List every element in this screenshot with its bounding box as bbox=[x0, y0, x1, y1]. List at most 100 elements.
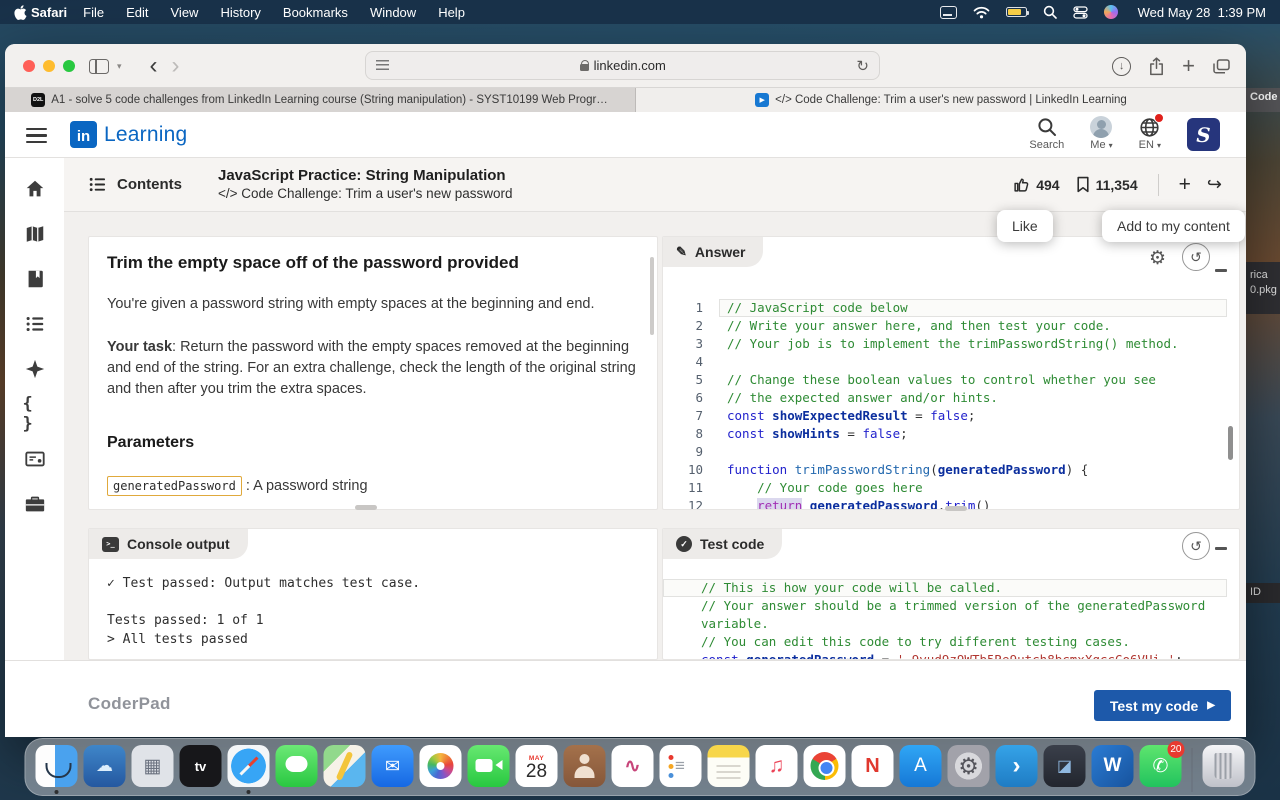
back-button[interactable]: ‹ bbox=[150, 54, 158, 78]
linkedin-learning-logo[interactable]: in Learning bbox=[70, 121, 187, 148]
dock-apple-tv-icon[interactable]: tv bbox=[180, 745, 222, 795]
wifi-icon[interactable] bbox=[973, 6, 990, 19]
language-menu[interactable]: EN ▾ bbox=[1139, 116, 1161, 151]
menu-bookmarks[interactable]: Bookmarks bbox=[283, 5, 348, 20]
dock-reminders-icon[interactable]: ≡ bbox=[660, 745, 702, 795]
code-line[interactable]: 2// Write your answer here, and then tes… bbox=[663, 317, 1227, 335]
editor-settings-icon[interactable]: ⚙ bbox=[1149, 247, 1166, 270]
menu-edit[interactable]: Edit bbox=[126, 5, 148, 20]
dock-notability-icon[interactable]: N bbox=[852, 745, 894, 795]
apple-menu-icon[interactable] bbox=[14, 5, 27, 20]
dock-app-store-icon[interactable]: A bbox=[900, 745, 942, 795]
reader-icon[interactable] bbox=[376, 60, 389, 71]
dock-system-settings-icon[interactable]: ⚙ bbox=[948, 745, 990, 795]
reset-test-code-button[interactable]: ↺ bbox=[1182, 532, 1210, 560]
reset-code-button[interactable]: ↺ bbox=[1182, 243, 1210, 271]
sidebar-chevron-icon[interactable]: ▾ bbox=[117, 61, 122, 72]
collapse-panel-button[interactable] bbox=[1215, 269, 1227, 272]
panel-resize-handle[interactable] bbox=[945, 506, 967, 511]
menu-help[interactable]: Help bbox=[438, 5, 465, 20]
dock-system-app-icon[interactable]: ☁ bbox=[84, 745, 126, 795]
answer-tab[interactable]: ✎ Answer bbox=[663, 237, 763, 267]
dock-photos-icon[interactable] bbox=[420, 745, 462, 795]
code-line[interactable]: variable. bbox=[663, 615, 1227, 633]
dock-facetime-icon[interactable] bbox=[468, 745, 510, 795]
spotlight-icon[interactable] bbox=[1043, 5, 1057, 19]
list-icon[interactable] bbox=[23, 312, 47, 336]
hamburger-menu-icon[interactable] bbox=[26, 128, 47, 143]
briefcase-icon[interactable] bbox=[23, 492, 47, 516]
tab-d2l-assignment[interactable]: D2L A1 - solve 5 code challenges from Li… bbox=[5, 88, 636, 112]
code-line[interactable]: const generatedPassword = ' 9yud9z9WTb5R… bbox=[663, 651, 1227, 659]
home-icon[interactable] bbox=[23, 177, 47, 201]
siri-icon[interactable] bbox=[1104, 5, 1118, 19]
battery-icon[interactable] bbox=[1006, 7, 1027, 17]
test-code-editor[interactable]: // This is how your code will be called.… bbox=[663, 579, 1227, 659]
menu-bar-clock[interactable]: Wed May 28 1:39 PM bbox=[1138, 5, 1266, 20]
dock-messages-icon[interactable] bbox=[276, 745, 318, 795]
dock-whatsapp-icon[interactable]: ✆20 bbox=[1140, 745, 1182, 795]
reload-icon[interactable]: ↻ bbox=[856, 57, 869, 75]
url-text[interactable]: linkedin.com bbox=[594, 58, 666, 73]
dock-finder-icon[interactable] bbox=[36, 745, 78, 795]
code-line[interactable]: 10function trimPasswordString(generatedP… bbox=[663, 461, 1227, 479]
menu-window[interactable]: Window bbox=[370, 5, 416, 20]
dock-notes-icon[interactable] bbox=[708, 745, 750, 795]
input-source-icon[interactable] bbox=[940, 6, 957, 19]
minimize-window-button[interactable] bbox=[43, 60, 55, 72]
map-icon[interactable] bbox=[23, 222, 47, 246]
dock-mail-icon[interactable]: ✉ bbox=[372, 745, 414, 795]
like-button[interactable]: 494 bbox=[1013, 176, 1059, 193]
test-code-tab[interactable]: ✓ Test code bbox=[663, 529, 782, 559]
dock-contacts-icon[interactable] bbox=[564, 745, 606, 795]
search-button[interactable]: Search bbox=[1029, 116, 1064, 151]
collapse-panel-button[interactable] bbox=[1215, 547, 1227, 550]
dock-safari-icon[interactable] bbox=[228, 745, 270, 795]
console-output-tab[interactable]: >_ Console output bbox=[89, 529, 248, 559]
menu-file[interactable]: File bbox=[83, 5, 104, 20]
dock-freeform-icon[interactable]: ∿ bbox=[612, 745, 654, 795]
add-to-content-button[interactable]: + bbox=[1179, 173, 1191, 197]
share-icon[interactable] bbox=[1149, 57, 1164, 76]
share-content-icon[interactable]: ↪ bbox=[1207, 174, 1222, 195]
save-button[interactable]: 11,354 bbox=[1076, 176, 1138, 193]
dock-music-icon[interactable]: ♫ bbox=[756, 745, 798, 795]
code-line[interactable]: 9 bbox=[663, 443, 1227, 461]
dock-dark-app-icon[interactable]: ◪ bbox=[1044, 745, 1086, 795]
certificate-icon[interactable] bbox=[23, 447, 47, 471]
code-line[interactable]: 5// Change these boolean values to contr… bbox=[663, 371, 1227, 389]
answer-code-editor[interactable]: 1// JavaScript code below2// Write your … bbox=[663, 299, 1227, 509]
dock-calendar-icon[interactable]: MAY28 bbox=[516, 745, 558, 795]
address-bar[interactable]: linkedin.com ↻ bbox=[365, 51, 880, 80]
control-center-icon[interactable] bbox=[1073, 6, 1088, 19]
code-line[interactable]: 11 // Your code goes here bbox=[663, 479, 1227, 497]
dock-launchpad-icon[interactable]: ▦ bbox=[132, 745, 174, 795]
menu-view[interactable]: View bbox=[171, 5, 199, 20]
menu-app-name[interactable]: Safari bbox=[31, 5, 67, 20]
tab-overview-icon[interactable] bbox=[1213, 59, 1230, 74]
code-line[interactable]: 7const showExpectedResult = false; bbox=[663, 407, 1227, 425]
dock-trash-icon[interactable] bbox=[1203, 745, 1245, 795]
scrollbar-thumb[interactable] bbox=[1228, 426, 1233, 460]
dock-word-icon[interactable]: W bbox=[1092, 745, 1134, 795]
sidebar-toggle-icon[interactable] bbox=[89, 59, 109, 74]
book-icon[interactable] bbox=[23, 267, 47, 291]
new-tab-icon[interactable]: + bbox=[1182, 55, 1195, 77]
tab-code-challenge-active[interactable]: ▶ </> Code Challenge: Trim a user's new … bbox=[636, 88, 1246, 112]
me-menu[interactable]: Me ▾ bbox=[1090, 116, 1112, 151]
code-line[interactable]: // You can edit this code to try differe… bbox=[663, 633, 1227, 651]
dock-vs-code-icon[interactable]: › bbox=[996, 745, 1038, 795]
code-line[interactable]: // Your answer should be a trimmed versi… bbox=[663, 597, 1227, 615]
dock-maps-icon[interactable] bbox=[324, 745, 366, 795]
panel-resize-handle[interactable] bbox=[355, 505, 377, 510]
downloads-icon[interactable]: ↓ bbox=[1112, 57, 1131, 76]
code-line[interactable]: 3// Your job is to implement the trimPas… bbox=[663, 335, 1227, 353]
code-line[interactable]: 4 bbox=[663, 353, 1227, 371]
code-line[interactable]: 1// JavaScript code below bbox=[663, 299, 1227, 317]
code-braces-icon[interactable]: { } bbox=[23, 402, 47, 426]
code-line[interactable]: // This is how your code will be called. bbox=[663, 579, 1227, 597]
sheridan-logo[interactable]: S bbox=[1187, 118, 1220, 151]
scrollbar-thumb[interactable] bbox=[650, 257, 654, 335]
code-line[interactable]: 6// the expected answer and/or hints. bbox=[663, 389, 1227, 407]
menu-history[interactable]: History bbox=[220, 5, 260, 20]
